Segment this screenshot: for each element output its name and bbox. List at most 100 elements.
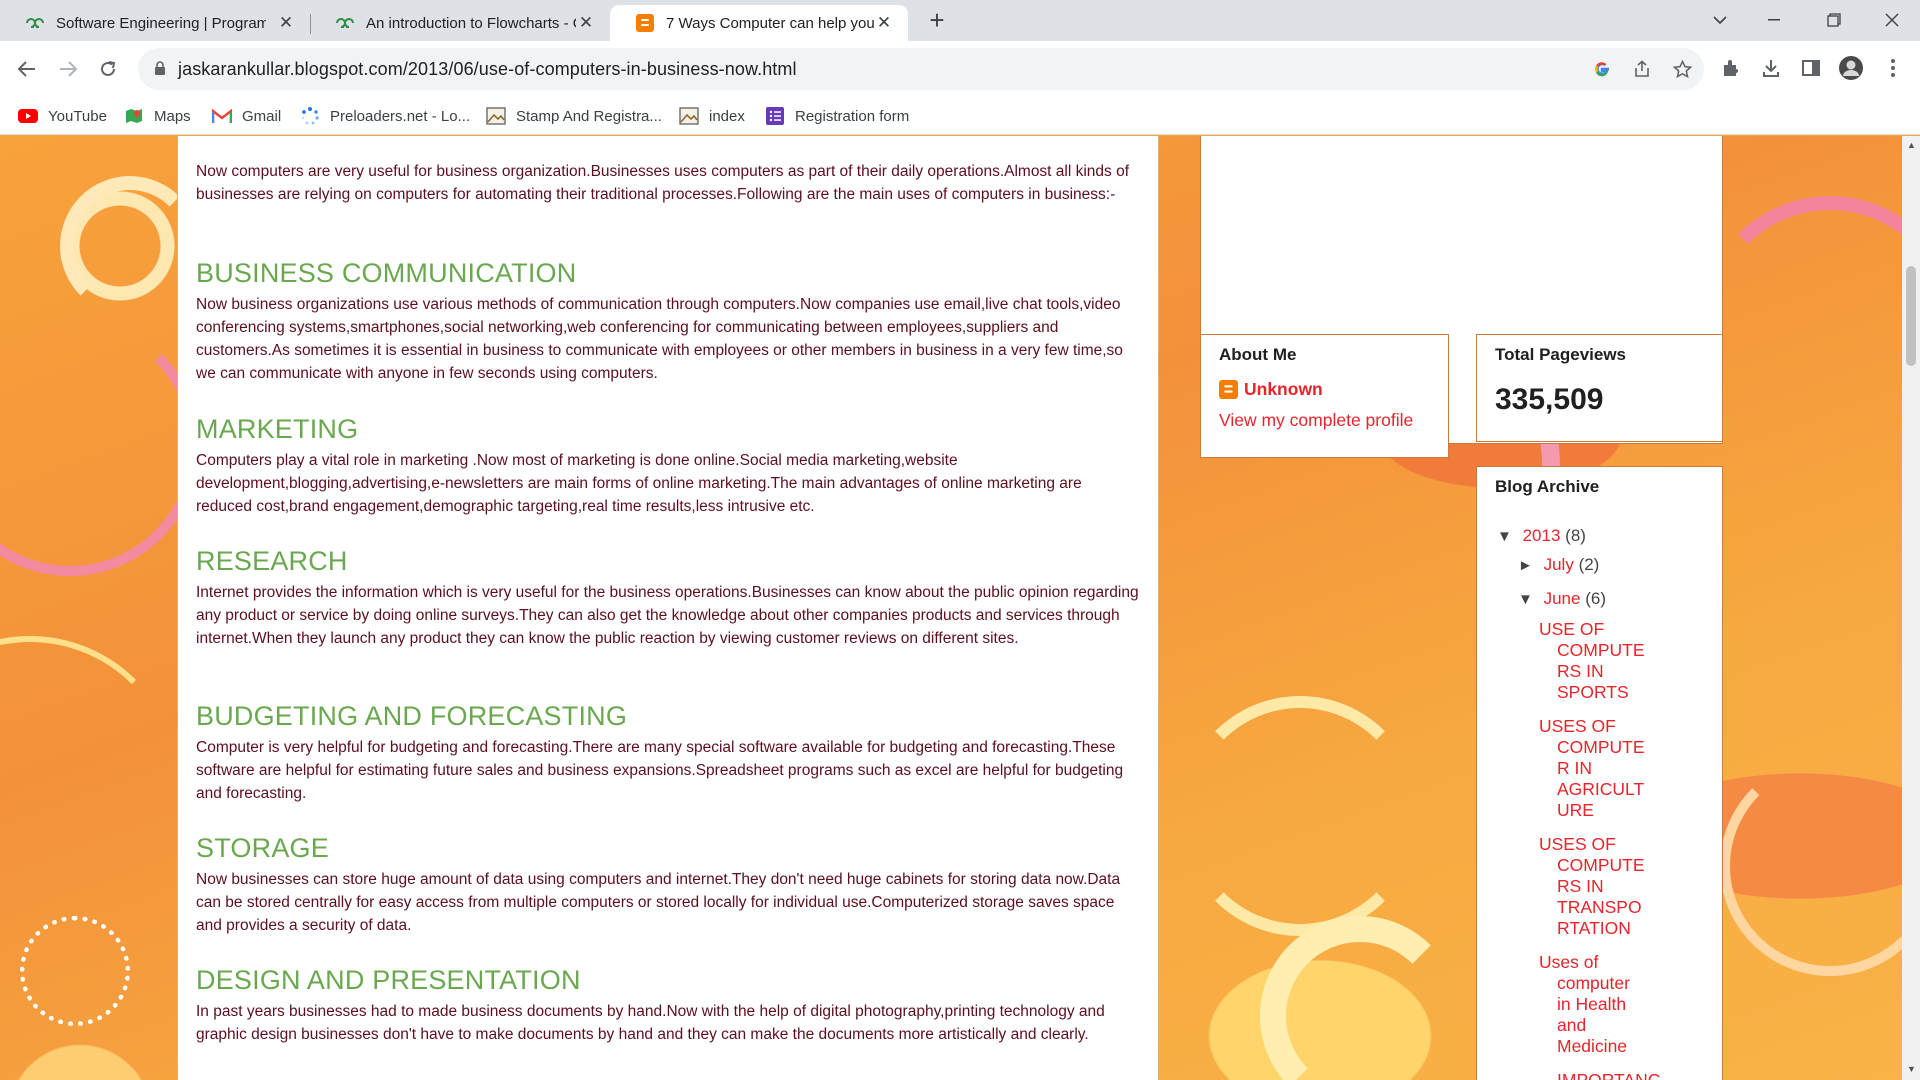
decorative-swirl — [20, 916, 130, 1026]
google-icon[interactable] — [1590, 57, 1614, 81]
about-me-widget: About Me Unknown View my complete profil… — [1200, 334, 1449, 458]
reload-icon[interactable] — [94, 55, 122, 83]
bookmark-label: YouTube — [48, 107, 107, 125]
image-icon — [679, 106, 699, 126]
decorative-swirl — [1260, 916, 1460, 1080]
post-title-line: RS IN — [1557, 876, 1604, 896]
archive-month-june[interactable]: ▼ June (6) — [1518, 589, 1606, 609]
close-tab-icon[interactable]: ✕ — [276, 13, 296, 33]
section-heading-marketing: MARKETING — [196, 414, 359, 444]
minimize-icon[interactable] — [1746, 0, 1802, 40]
download-icon[interactable] — [1758, 55, 1784, 81]
view-profile-link[interactable]: View my complete profile — [1219, 410, 1430, 431]
bookmark-label: Stamp And Registra... — [516, 107, 662, 125]
back-icon[interactable] — [13, 55, 41, 83]
lock-icon[interactable] — [154, 61, 166, 81]
address-bar[interactable]: jaskarankullar.blogspot.com/2013/06/use-… — [138, 48, 1704, 90]
archive-month-count: (2) — [1578, 555, 1600, 574]
archive-month-label[interactable]: July — [1544, 555, 1574, 574]
section-heading-research: RESEARCH — [196, 546, 348, 576]
bookmark-youtube[interactable]: YouTube — [18, 103, 107, 129]
post-title-line: in Health — [1557, 994, 1627, 1014]
archive-year-label[interactable]: 2013 — [1523, 526, 1561, 545]
bookmark-label: Maps — [154, 107, 191, 125]
section-text-business-communication: Now business organizations use various m… — [196, 296, 1123, 382]
decorative-swirl — [0, 636, 180, 936]
expand-triangle-icon[interactable]: ► — [1518, 557, 1533, 574]
tab-title: Software Engineering | Program — [56, 14, 266, 32]
scroll-down-arrow-icon[interactable]: ▼ — [1907, 1064, 1916, 1074]
archive-post-link[interactable]: Uses of computer in Health and Medicine — [1539, 952, 1659, 1057]
post-title-line: URE — [1557, 800, 1594, 820]
extensions-icon[interactable] — [1718, 55, 1744, 81]
bookmark-index[interactable]: index — [679, 103, 745, 129]
bookmark-maps[interactable]: Maps — [124, 103, 191, 129]
close-tab-icon[interactable]: ✕ — [874, 13, 894, 33]
bookmark-gmail[interactable]: Gmail — [212, 103, 281, 129]
gmail-icon — [212, 106, 232, 126]
post-title-line: COMPUTE — [1557, 855, 1645, 875]
youtube-icon — [18, 106, 38, 126]
post-title-line: COMPUTE — [1557, 737, 1645, 757]
pageviews-count: 335,509 — [1495, 383, 1604, 416]
section-text-design: In past years businesses had to made bus… — [196, 1003, 1105, 1043]
blogger-icon — [636, 14, 654, 32]
share-icon[interactable] — [1630, 57, 1654, 81]
restore-icon[interactable] — [1806, 0, 1862, 40]
archive-year-2013[interactable]: ▼ 2013 (8) — [1497, 526, 1586, 546]
section-text-storage: Now businesses can store huge amount of … — [196, 871, 1121, 934]
profile-name-link[interactable]: Unknown — [1244, 379, 1323, 400]
avatar[interactable] — [1838, 55, 1864, 81]
collapse-triangle-icon[interactable]: ▼ — [1518, 591, 1533, 608]
post-title-line: USES OF — [1539, 834, 1616, 854]
post-title-line: COMPUTE — [1557, 640, 1645, 660]
archive-post-link[interactable]: IMPORTANC — [1539, 1070, 1661, 1080]
section-heading-budgeting: BUDGETING AND FORECASTING — [196, 701, 628, 731]
archive-month-count: (6) — [1585, 589, 1606, 608]
archive-post-link[interactable]: USES OF COMPUTE R IN AGRICULT URE — [1539, 716, 1659, 821]
url-text[interactable]: jaskarankullar.blogspot.com/2013/06/use-… — [178, 59, 797, 80]
section-heading-business-communication: BUSINESS COMMUNICATION — [196, 258, 577, 288]
archive-month-july[interactable]: ► July (2) — [1518, 555, 1599, 575]
menu-kebab-icon[interactable] — [1880, 55, 1906, 81]
side-panel-icon[interactable] — [1798, 55, 1824, 81]
post-title-line: USE OF — [1539, 619, 1605, 639]
tab-search-icon[interactable] — [1692, 0, 1748, 40]
close-window-icon[interactable] — [1864, 0, 1920, 40]
about-me-title: About Me — [1219, 345, 1297, 364]
bookmark-preloaders[interactable]: Preloaders.net - Lo... — [300, 103, 470, 129]
post-title-line: USES OF — [1539, 716, 1616, 736]
section-text-marketing: Computers play a vital role in marketing… — [196, 452, 1082, 515]
tab-flowcharts[interactable]: An introduction to Flowcharts - G ✕ — [310, 5, 610, 41]
bookmark-star-icon[interactable] — [1670, 57, 1694, 81]
post-title-line: TRANSPO — [1557, 897, 1642, 917]
page-scrollbar[interactable]: ▲ ▼ — [1902, 136, 1920, 1080]
bookmark-stamp[interactable]: Stamp And Registra... — [486, 103, 662, 129]
pageviews-title: Total Pageviews — [1495, 345, 1627, 364]
preloaders-icon — [300, 106, 320, 126]
collapse-triangle-icon[interactable]: ▼ — [1497, 528, 1512, 545]
new-tab-button[interactable]: + — [922, 6, 952, 36]
post-title-line: Uses of — [1539, 952, 1599, 972]
tab-software-engineering[interactable]: Software Engineering | Program ✕ — [0, 5, 310, 41]
archive-month-label[interactable]: June — [1544, 589, 1581, 608]
geeksforgeeks-icon — [336, 14, 354, 32]
pageviews-widget: Total Pageviews 335,509 — [1476, 334, 1723, 442]
scroll-up-arrow-icon[interactable]: ▲ — [1907, 140, 1916, 150]
archive-post-link[interactable]: USE OF COMPUTE RS IN SPORTS — [1539, 619, 1659, 703]
section-heading-design: DESIGN AND PRESENTATION — [196, 965, 581, 995]
image-icon — [486, 106, 506, 126]
post-title-line: AGRICULT — [1557, 779, 1645, 799]
post-title-line: Medicine — [1557, 1036, 1628, 1056]
intro-paragraph: Now computers are very useful for busine… — [196, 163, 1130, 203]
post-title-line: IMPORTANC — [1557, 1070, 1661, 1080]
bookmark-label: index — [709, 107, 745, 125]
scrollbar-thumb[interactable] — [1906, 266, 1916, 366]
forward-icon[interactable] — [54, 55, 82, 83]
archive-post-link[interactable]: USES OF COMPUTE RS IN TRANSPO RTATION — [1539, 834, 1659, 939]
article-body: Now computers are very useful for busine… — [177, 136, 1159, 1080]
blog-page: Now computers are very useful for busine… — [0, 136, 1902, 1080]
bookmark-registration-form[interactable]: Registration form — [765, 103, 909, 129]
close-tab-icon[interactable]: ✕ — [576, 13, 596, 33]
tab-active-blog[interactable]: 7 Ways Computer can help you: ✕ — [610, 5, 908, 41]
